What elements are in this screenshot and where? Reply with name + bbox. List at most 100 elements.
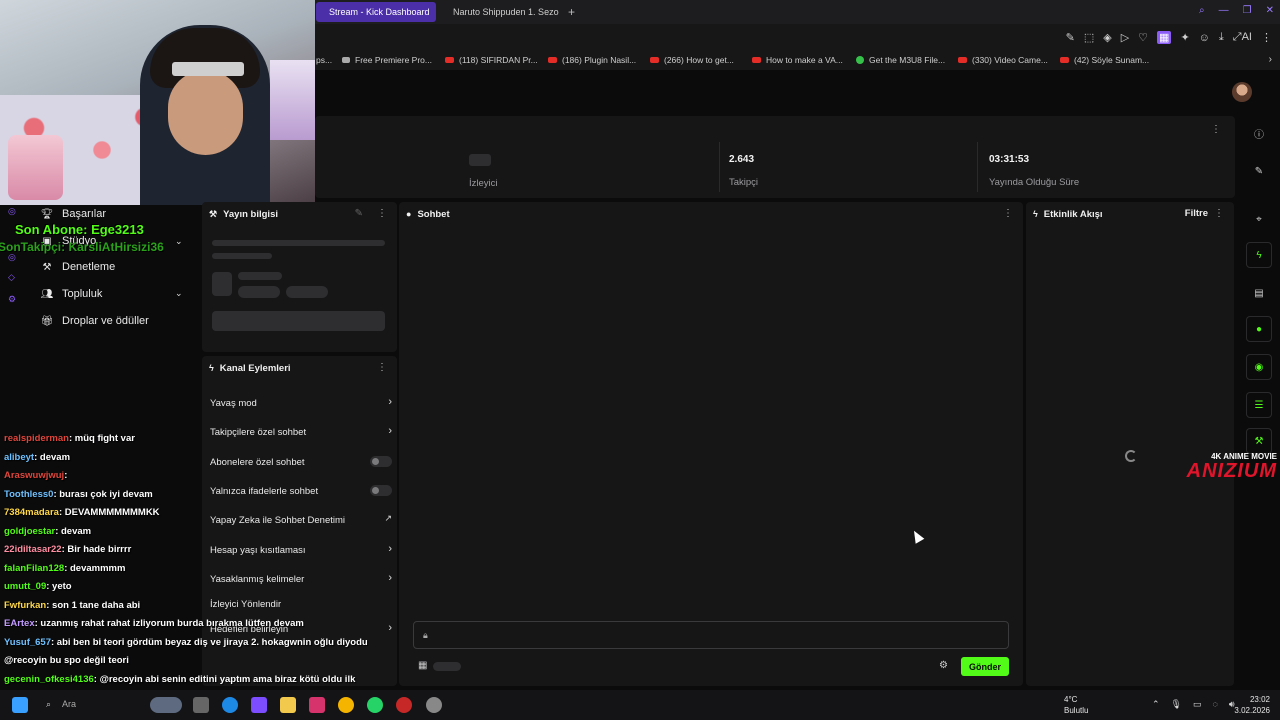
panel-title: Etkinlik Akışı bbox=[1043, 208, 1103, 220]
weather-widget[interactable]: 4°C Bulutlu bbox=[1064, 694, 1088, 716]
bookmark[interactable]: (42) Söyle Sunam... bbox=[1060, 55, 1149, 65]
sidebar-item-moderation[interactable]: ⚒ Denetleme bbox=[40, 261, 116, 273]
copilot-icon[interactable] bbox=[251, 697, 267, 713]
more-icon[interactable]: ⋮ bbox=[1214, 208, 1224, 219]
instagram-icon[interactable] bbox=[309, 697, 325, 713]
network-icon[interactable]: ◌ bbox=[1213, 699, 1218, 710]
extension-icon[interactable]: ▦ bbox=[1157, 31, 1172, 44]
more-icon[interactable]: ⋮ bbox=[1003, 208, 1013, 219]
bookmark[interactable]: Get the M3U8 File... bbox=[856, 55, 945, 65]
task-view-icon[interactable] bbox=[193, 697, 209, 713]
obs-icon[interactable] bbox=[426, 697, 442, 713]
compass-icon[interactable]: ◇ bbox=[8, 272, 15, 283]
shield-icon[interactable]: ◈ bbox=[1103, 31, 1111, 44]
chat-message: alibeyt: devam bbox=[4, 449, 394, 468]
chat-icon[interactable]: ● bbox=[1246, 316, 1272, 342]
close-icon[interactable]: ✕ bbox=[1266, 5, 1274, 16]
edge-icon[interactable] bbox=[222, 697, 238, 713]
light-object bbox=[270, 60, 315, 140]
chevron-up-icon[interactable]: ⌃ bbox=[1152, 699, 1160, 710]
gear-icon[interactable]: ⚙ bbox=[939, 660, 948, 671]
store-icon[interactable]: ▦ bbox=[418, 660, 427, 671]
tab-naruto[interactable]: Naruto Shippuden 1. Sezo bbox=[440, 2, 562, 22]
edit-icon[interactable]: ✎ bbox=[355, 208, 363, 219]
stream-info-panel: ⚒ Yayın bilgisi ✎ ⋮ bbox=[202, 202, 397, 352]
chat-input[interactable]: 🔒︎ bbox=[413, 621, 1009, 649]
folder-icon[interactable] bbox=[280, 697, 296, 713]
filter-button[interactable]: Filtre bbox=[1185, 208, 1208, 219]
followers-stat: 2.643 Takipçi bbox=[729, 154, 758, 188]
anime-mug bbox=[8, 135, 63, 200]
action-slow-mode[interactable]: Yavaş mod › bbox=[210, 396, 392, 409]
avatar[interactable] bbox=[1232, 82, 1252, 102]
search-icon[interactable]: ⌕ bbox=[1199, 5, 1205, 16]
screen: Stream - Kick Dashboard Naruto Shippuden… bbox=[0, 0, 1280, 720]
chat-text: : müq fight var bbox=[68, 433, 135, 444]
clock[interactable]: 23:02 3.02.2026 bbox=[1234, 694, 1270, 716]
wrench-icon[interactable]: ⚒ bbox=[1246, 428, 1272, 454]
more-icon[interactable]: ⋮ bbox=[377, 362, 387, 373]
loading-spinner bbox=[1125, 450, 1137, 462]
info-icon[interactable]: ⓘ bbox=[1246, 120, 1272, 146]
dashboard-icon[interactable]: ◎ bbox=[8, 206, 16, 217]
screenshot-icon[interactable]: ⬚ bbox=[1084, 31, 1094, 44]
more-icon[interactable]: ⋮ bbox=[1211, 124, 1221, 135]
display-icon[interactable]: ▭ bbox=[1193, 699, 1202, 710]
pin-icon[interactable]: ✎ bbox=[1066, 31, 1075, 44]
new-tab-button[interactable]: + bbox=[568, 5, 575, 19]
edit-icon[interactable]: ✎ bbox=[1246, 158, 1272, 184]
bookmark[interactable]: ps... bbox=[316, 55, 332, 65]
ai-icon[interactable]: ⤢AI bbox=[1233, 31, 1252, 44]
mic-icon[interactable]: 🎙︎ bbox=[1171, 699, 1182, 710]
menu-icon[interactable]: ⋮ bbox=[1261, 31, 1272, 44]
chat-text: : yeto bbox=[46, 581, 72, 592]
sidebar-item-community[interactable]: 👥︎ Topluluk bbox=[40, 288, 103, 300]
chrome-icon[interactable] bbox=[338, 697, 354, 713]
chevron-right-icon[interactable]: › bbox=[1269, 54, 1272, 65]
sidebar-item-drops[interactable]: 🎁︎ Droplar ve ödüller bbox=[40, 315, 149, 327]
document-icon[interactable]: ▤ bbox=[1246, 280, 1272, 306]
search-icon[interactable]: ⌕ bbox=[46, 699, 51, 710]
bookmark[interactable]: (186) Plugin Nasil... bbox=[548, 55, 636, 65]
profile-icon[interactable]: ☺ bbox=[1199, 32, 1210, 44]
lightning-icon[interactable]: ϟ bbox=[1246, 242, 1272, 268]
maximize-icon[interactable]: ❐ bbox=[1243, 5, 1252, 16]
whatsapp-icon[interactable] bbox=[367, 697, 383, 713]
more-icon[interactable]: ⋮ bbox=[377, 208, 387, 219]
chevron-down-icon[interactable]: ⌄ bbox=[175, 288, 183, 299]
chat-message: Yusuf_657: abi ben bi teori gördüm beyaz… bbox=[4, 634, 394, 653]
send-button[interactable]: Gönder bbox=[961, 657, 1009, 676]
broadcast-icon[interactable]: ◉ bbox=[1246, 354, 1272, 380]
heart-icon[interactable]: ♡ bbox=[1138, 31, 1148, 44]
lightning-icon: ϟ bbox=[1033, 209, 1038, 219]
opera-icon[interactable] bbox=[396, 697, 412, 713]
widget-icon[interactable] bbox=[150, 697, 182, 713]
taskbar-search[interactable]: Ara bbox=[62, 699, 76, 709]
bookmark[interactable]: Free Premiere Pro... bbox=[342, 55, 432, 65]
bookmark[interactable]: (118) SIFIRDAN Pr... bbox=[445, 55, 538, 65]
bookmark-label: (118) SIFIRDAN Pr... bbox=[459, 55, 538, 65]
tab-kick-dashboard[interactable]: Stream - Kick Dashboard bbox=[316, 2, 436, 22]
layout-icon[interactable]: ☰ bbox=[1246, 392, 1272, 418]
site-icon bbox=[342, 57, 350, 63]
puzzle-icon[interactable]: ✦ bbox=[1180, 31, 1189, 44]
skeleton bbox=[212, 272, 232, 296]
skeleton bbox=[286, 286, 328, 298]
window-controls: ⌕ — ❐ ✕ bbox=[1199, 5, 1274, 16]
headband bbox=[172, 62, 244, 76]
minimize-icon[interactable]: — bbox=[1219, 5, 1229, 16]
uptime-stat: 03:31:53 Yayında Olduğu Süre bbox=[989, 154, 1079, 188]
focus-icon[interactable]: ⌖ bbox=[1246, 206, 1272, 232]
download-icon[interactable]: ⤓ bbox=[1219, 31, 1224, 44]
bookmark[interactable]: (330) Video Came... bbox=[958, 55, 1048, 65]
bookmark[interactable]: How to make a VA... bbox=[752, 55, 843, 65]
windows-start-icon[interactable] bbox=[12, 697, 28, 713]
chat-message: gecenin_ofkesi4136: @recoyin abi senin e… bbox=[4, 671, 394, 690]
play-icon[interactable]: ▷ bbox=[1121, 31, 1129, 44]
settings-icon[interactable]: ⚙ bbox=[8, 294, 16, 305]
bookmark[interactable]: (266) How to get... bbox=[650, 55, 734, 65]
chevron-down-icon[interactable]: ⌄ bbox=[175, 236, 183, 247]
taskbar: ⌕ Ara 4°C Bulutlu ⌃ 🎙︎ ▭ ◌ 🔊︎ 23:02 3.02… bbox=[0, 690, 1280, 720]
sidebar-item-label: Denetleme bbox=[62, 261, 116, 273]
sidebar-item-achievements[interactable]: 🏆︎ Başarılar bbox=[40, 208, 106, 220]
